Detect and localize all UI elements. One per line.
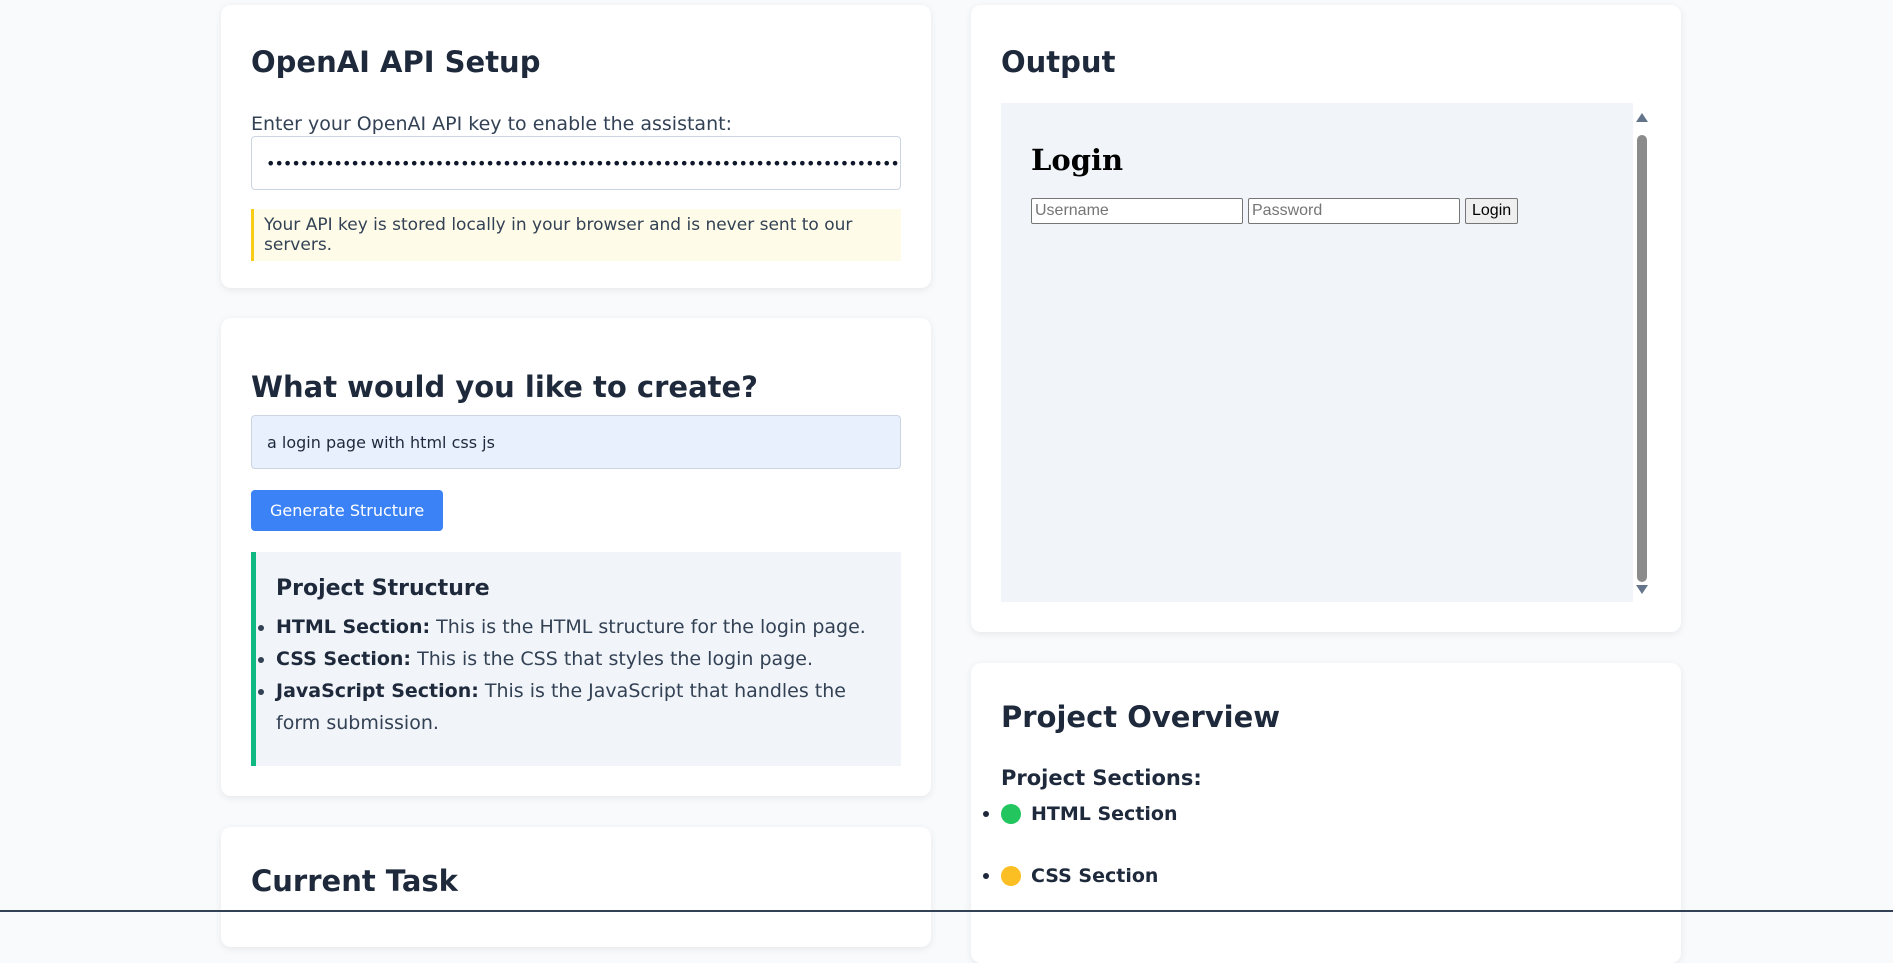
prompt-input[interactable]: a login page with html css js xyxy=(251,415,901,469)
list-item: CSS Section: This is the CSS that styles… xyxy=(276,643,881,675)
current-task-card: Current Task xyxy=(221,827,931,947)
preview-login-button[interactable]: Login xyxy=(1465,198,1519,224)
current-task-title: Current Task xyxy=(251,864,458,898)
create-card: What would you like to create? a login p… xyxy=(221,318,931,796)
status-dot-icon xyxy=(1001,804,1021,824)
preview-password-input[interactable] xyxy=(1248,198,1460,224)
list-item-name: JavaScript Section: xyxy=(276,680,479,702)
api-key-input[interactable]: ••••••••••••••••••••••••••••••••••••••••… xyxy=(251,136,901,190)
project-overview-card: Project Overview Project Sections: HTML … xyxy=(971,663,1681,963)
preview-login-form: Login xyxy=(1031,198,1519,224)
section-item-html: HTML Section xyxy=(1001,803,1178,825)
project-sections-subtitle: Project Sections: xyxy=(1001,766,1202,790)
list-item-desc: This is the HTML structure for the login… xyxy=(430,616,866,638)
api-setup-title: OpenAI API Setup xyxy=(251,45,541,79)
generate-structure-button[interactable]: Generate Structure xyxy=(251,490,444,531)
scroll-thumb[interactable] xyxy=(1637,135,1647,582)
section-label: HTML Section xyxy=(1031,803,1178,825)
output-preview-frame[interactable]: Login Login xyxy=(1001,103,1633,602)
preview-username-input[interactable] xyxy=(1031,198,1243,224)
output-title: Output xyxy=(1001,45,1116,79)
project-structure-panel: Project Structure HTML Section: This is … xyxy=(251,552,901,766)
list-item: JavaScript Section: This is the JavaScri… xyxy=(276,675,881,739)
project-overview-title: Project Overview xyxy=(1001,700,1281,734)
status-dot-icon xyxy=(1001,866,1021,886)
section-item-css: CSS Section xyxy=(1001,865,1158,887)
output-scrollbar[interactable] xyxy=(1633,103,1651,602)
api-key-note: Your API key is stored locally in your b… xyxy=(251,209,901,261)
api-key-label: Enter your OpenAI API key to enable the … xyxy=(251,113,732,135)
section-label: CSS Section xyxy=(1031,865,1159,887)
project-structure-title: Project Structure xyxy=(276,576,490,601)
list-item-desc: This is the CSS that styles the login pa… xyxy=(411,648,813,670)
scroll-up-arrow-icon[interactable] xyxy=(1636,113,1648,122)
list-item-name: CSS Section: xyxy=(276,648,412,670)
scroll-down-arrow-icon[interactable] xyxy=(1636,585,1648,594)
list-item-name: HTML Section: xyxy=(276,616,431,638)
list-item: HTML Section: This is the HTML structure… xyxy=(276,611,881,643)
api-setup-card: OpenAI API Setup Enter your OpenAI API k… xyxy=(221,5,931,288)
project-structure-list: HTML Section: This is the HTML structure… xyxy=(276,611,881,739)
create-title: What would you like to create? xyxy=(251,370,759,404)
preview-heading: Login xyxy=(1031,143,1124,177)
output-card: Output Login Login xyxy=(971,5,1681,632)
